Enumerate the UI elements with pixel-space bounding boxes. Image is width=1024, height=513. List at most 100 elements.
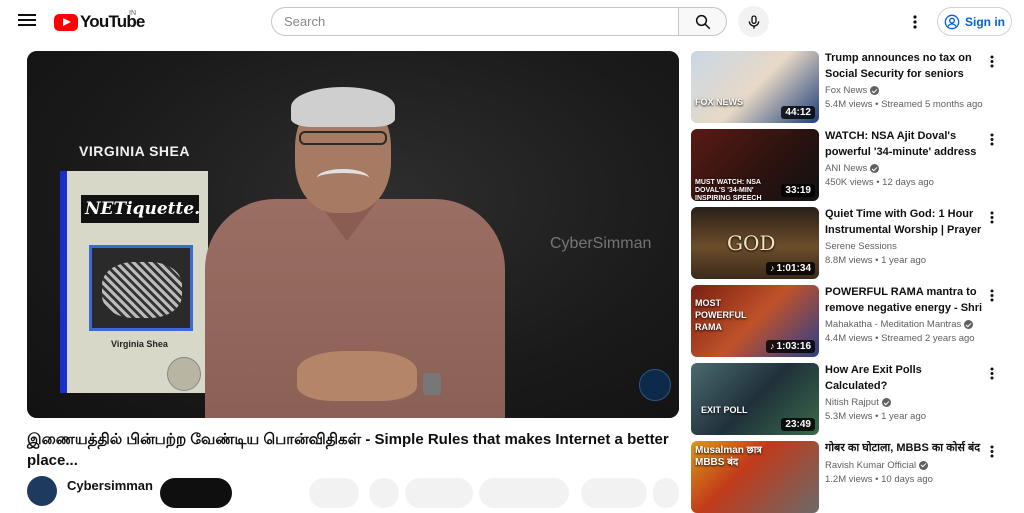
channel-name: Ravish Kumar Official: [825, 460, 983, 471]
related-video-item[interactable]: FOX NEWS 44:12 Trump announces no tax on…: [691, 51, 1011, 123]
video-title[interactable]: WATCH: NSA Ajit Doval's powerful '34-min…: [825, 129, 983, 160]
video-title[interactable]: Trump announces no tax on Social Securit…: [825, 51, 983, 82]
video-meta: 1.2M views • 10 days ago: [825, 473, 933, 485]
channel-name[interactable]: Cybersimman: [67, 478, 153, 493]
video-title[interactable]: How Are Exit Polls Calculated?: [825, 363, 983, 394]
voice-search-button[interactable]: [738, 6, 769, 37]
search-button[interactable]: [678, 7, 727, 36]
verified-check-icon: [881, 398, 891, 407]
duration-text: 1:01:34: [776, 263, 811, 274]
presenter-glasses: [299, 131, 387, 145]
video-info: POWERFUL RAMA mantra to remove negative …: [825, 285, 983, 344]
presenter-watch: [423, 373, 441, 395]
book-logo: NETiquette.: [81, 195, 200, 223]
video-meta: 450K views • 12 days ago: [825, 177, 934, 188]
video-title[interactable]: POWERFUL RAMA mantra to remove negative …: [825, 285, 983, 316]
mic-icon: [748, 14, 759, 29]
search-input[interactable]: Search: [271, 7, 679, 36]
video-title[interactable]: गोबर का घोटाला, MBBS का कोर्स बंद: [825, 441, 983, 457]
music-note-icon: ♪: [770, 341, 775, 351]
more-actions-button[interactable]: [653, 478, 679, 508]
video-thumbnail[interactable]: MUST WATCH: NSA DOVAL'S '34-MIN' INSPIRI…: [691, 129, 819, 201]
related-video-item[interactable]: MOST POWERFUL RAMA ♪ 1:03:16 POWERFUL RAM…: [691, 285, 1011, 357]
more-vert-icon: [990, 133, 994, 145]
search-icon: [695, 14, 710, 29]
subscribe-button[interactable]: [160, 478, 232, 508]
video-thumbnail[interactable]: EXIT POLL 23:49: [691, 363, 819, 435]
book-title-overlay: VIRGINIA SHEA: [79, 143, 190, 159]
youtube-logo[interactable]: YouTube IN: [54, 10, 145, 32]
book-cover: NETiquette. Virginia Shea: [60, 171, 208, 393]
duration-badge: ♪ 1:01:34: [766, 262, 815, 275]
account-circle-icon: [944, 14, 960, 29]
action-menu-button[interactable]: [984, 131, 1000, 147]
more-vert-icon: [913, 15, 917, 29]
sign-in-label: Sign in: [965, 14, 1005, 29]
verified-check-icon: [964, 320, 974, 329]
video-info: How Are Exit Polls Calculated? Nitish Ra…: [825, 363, 983, 422]
action-menu-button[interactable]: [984, 53, 1000, 69]
channel-label[interactable]: Mahakatha - Meditation Mantras: [825, 319, 961, 330]
channel-name: Nitish Rajput: [825, 397, 983, 408]
channel-label[interactable]: Serene Sessions: [825, 241, 897, 252]
action-menu-button[interactable]: [984, 365, 1000, 381]
video-player[interactable]: VIRGINIA SHEA NETiquette. Virginia Shea …: [27, 51, 679, 418]
channel-label[interactable]: Fox News: [825, 85, 867, 96]
video-thumbnail[interactable]: Musalman छात्र MBBS बंद: [691, 441, 819, 513]
thumbnail-caption: FOX NEWS: [695, 97, 744, 107]
channel-name: Fox News: [825, 85, 983, 96]
share-button[interactable]: [405, 478, 473, 508]
channel-label[interactable]: Nitish Rajput: [825, 397, 879, 408]
thumbnail-caption: MUST WATCH: NSA DOVAL'S '34-MIN' INSPIRI…: [695, 179, 762, 201]
channel-label[interactable]: Ravish Kumar Official: [825, 460, 916, 471]
book-seal: [167, 357, 201, 391]
settings-more-button[interactable]: [905, 12, 925, 32]
video-thumbnail[interactable]: GOD ♪ 1:01:34: [691, 207, 819, 279]
presenter-mustache: [317, 169, 369, 187]
channel-avatar[interactable]: [27, 476, 57, 506]
channel-branding-icon[interactable]: [639, 369, 671, 401]
video-info: गोबर का घोटाला, MBBS का कोर्स बंद Ravish…: [825, 441, 983, 485]
thumbnail-caption: EXIT POLL: [701, 405, 748, 415]
thumbnail-caption: GOD: [727, 231, 776, 255]
more-vert-icon: [990, 445, 994, 457]
book-author: Virginia Shea: [111, 339, 168, 349]
related-video-item[interactable]: MUST WATCH: NSA DOVAL'S '34-MIN' INSPIRI…: [691, 129, 1011, 201]
action-menu-button[interactable]: [984, 287, 1000, 303]
action-menu-button[interactable]: [984, 443, 1000, 459]
duration-text: 1:03:16: [776, 341, 811, 352]
action-menu-button[interactable]: [984, 209, 1000, 225]
music-note-icon: ♪: [770, 263, 775, 273]
like-button[interactable]: [309, 478, 359, 508]
video-thumbnail[interactable]: MOST POWERFUL RAMA ♪ 1:03:16: [691, 285, 819, 357]
thumbnail-caption: Musalman छात्र MBBS बंद: [695, 445, 762, 468]
related-video-item[interactable]: GOD ♪ 1:01:34 Quiet Time with God: 1 Hour…: [691, 207, 1011, 279]
video-info: WATCH: NSA Ajit Doval's powerful '34-min…: [825, 129, 983, 188]
dislike-button[interactable]: [369, 478, 399, 508]
search-placeholder: Search: [284, 14, 326, 29]
sign-in-button[interactable]: Sign in: [937, 7, 1012, 36]
youtube-play-icon: [54, 13, 78, 31]
owner-row: Cybersimman: [27, 474, 679, 508]
related-video-item[interactable]: EXIT POLL 23:49 How Are Exit Polls Calcu…: [691, 363, 1011, 435]
download-button[interactable]: [479, 478, 569, 508]
menu-icon[interactable]: [18, 12, 36, 30]
video-info: Trump announces no tax on Social Securit…: [825, 51, 983, 110]
logo-country-code: IN: [129, 10, 136, 17]
channel-name: Serene Sessions: [825, 241, 983, 252]
video-meta: 4.4M views • Streamed 2 years ago: [825, 333, 975, 344]
duration-badge: 44:12: [781, 106, 815, 119]
save-button[interactable]: [581, 478, 647, 508]
related-video-item[interactable]: Musalman छात्र MBBS बंद गोबर का घोटाला, …: [691, 441, 1011, 513]
presenter-hands: [297, 351, 417, 401]
video-thumbnail[interactable]: FOX NEWS 44:12: [691, 51, 819, 123]
duration-badge: ♪ 1:03:16: [766, 340, 815, 353]
verified-check-icon: [870, 86, 880, 95]
channel-label[interactable]: ANI News: [825, 163, 867, 174]
channel-name: ANI News: [825, 163, 983, 174]
video-meta: 8.8M views • 1 year ago: [825, 255, 927, 266]
more-vert-icon: [990, 367, 994, 379]
video-meta: 5.3M views • 1 year ago: [825, 411, 927, 422]
video-title[interactable]: Quiet Time with God: 1 Hour Instrumental…: [825, 207, 983, 238]
thumbnail-caption: MOST POWERFUL RAMA: [695, 298, 747, 332]
